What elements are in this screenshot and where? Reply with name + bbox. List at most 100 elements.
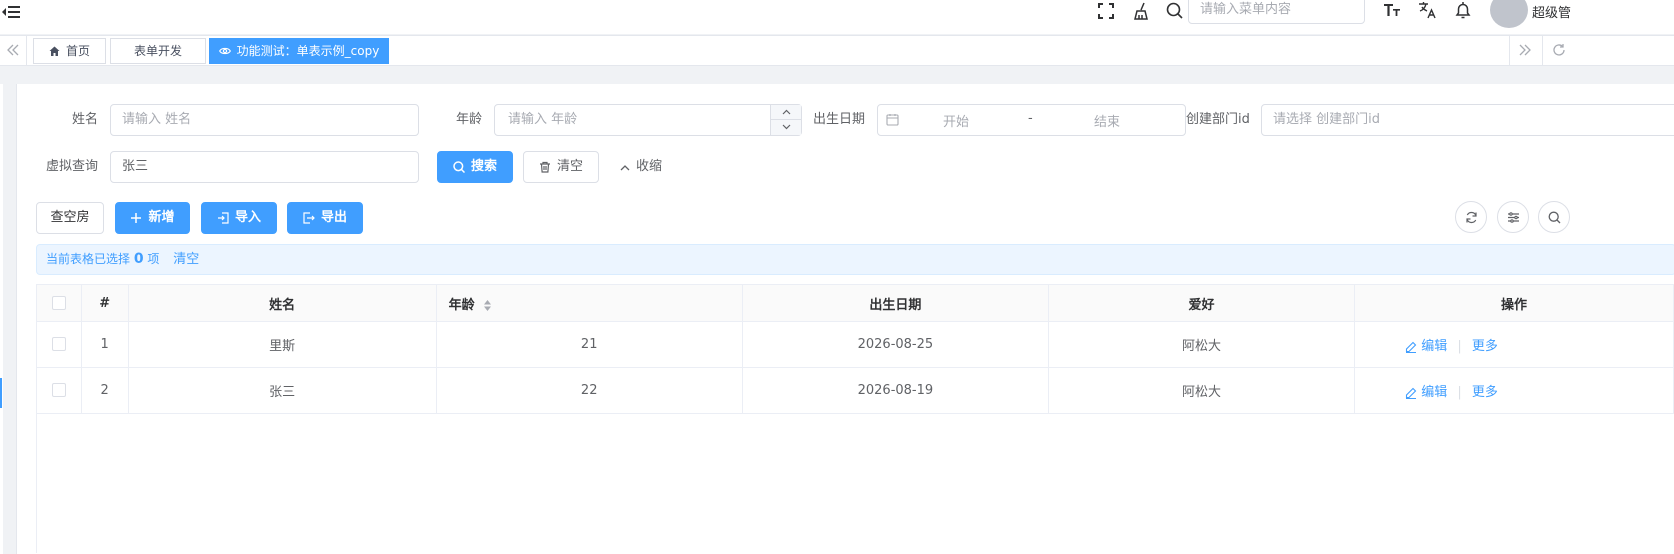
select-all-checkbox[interactable] — [51, 296, 66, 310]
selection-prefix: 当前表格已选择 — [46, 252, 131, 266]
chevron-down-icon — [782, 124, 791, 130]
home-icon — [49, 46, 60, 57]
import-button-label: 导入 — [234, 210, 261, 225]
data-table: # 姓名 年龄 出生日期 爱好 操作 1 里斯 21 2026-08-25 阿松… — [36, 284, 1674, 414]
search-button[interactable]: 搜索 — [437, 151, 513, 183]
selection-count: 0 — [133, 251, 144, 267]
room-button-label: 查空房 — [50, 210, 90, 225]
table-body-border — [36, 413, 37, 553]
index-cell: 1 — [80, 321, 129, 368]
search-icon[interactable] — [1166, 2, 1183, 19]
divider — [26, 36, 27, 65]
refresh-icon — [1465, 211, 1478, 224]
tab-label: 功能测试：单表示例_copy — [236, 44, 380, 58]
tab-function-test[interactable]: 功能测试：单表示例_copy — [209, 38, 389, 64]
dept-select[interactable]: 请选择 创建部门id — [1261, 104, 1674, 136]
age-label: 年龄 — [456, 112, 483, 127]
more-link[interactable]: 更多 — [1472, 385, 1498, 400]
divider — [1509, 36, 1510, 65]
search-button-label: 搜索 — [470, 159, 497, 174]
collapse-button[interactable]: 收缩 — [616, 151, 666, 183]
tab-form-dev[interactable]: 表单开发 — [110, 38, 206, 64]
import-button[interactable]: 导入 — [201, 202, 277, 234]
row-select-cell — [36, 321, 82, 368]
translate-icon[interactable] — [1418, 1, 1436, 19]
name-cell: 张三 — [127, 367, 437, 414]
menu-fold-icon[interactable] — [0, 4, 22, 20]
birth-end-input[interactable]: 结束 — [1094, 111, 1120, 130]
age-input[interactable]: 请输入 年龄 — [494, 104, 802, 136]
toggle-search-button[interactable] — [1538, 201, 1570, 233]
actions-cell: 编辑 | 更多 — [1354, 321, 1674, 368]
actions-cell: 编辑 | 更多 — [1354, 367, 1674, 414]
birth-start-input[interactable]: 开始 — [943, 111, 969, 130]
stepper-down[interactable] — [771, 120, 801, 134]
stepper-up[interactable] — [771, 105, 801, 120]
refresh-tab-icon[interactable] — [1552, 43, 1566, 57]
name-label: 姓名 — [72, 112, 99, 127]
import-icon — [217, 212, 229, 224]
export-button-label: 导出 — [320, 210, 347, 225]
birth-cell: 2026-08-25 — [741, 321, 1050, 368]
user-name[interactable]: 超级管 — [1532, 2, 1571, 21]
range-separator: - — [1028, 111, 1033, 126]
avatar[interactable] — [1490, 0, 1528, 28]
export-button[interactable]: 导出 — [287, 202, 363, 234]
top-header: 请输入菜单内容 超级管 — [0, 0, 1674, 34]
search-icon — [1548, 211, 1561, 224]
row-checkbox[interactable] — [51, 336, 66, 351]
divider — [1542, 36, 1543, 65]
refresh-button[interactable] — [1455, 201, 1487, 233]
collapse-button-label: 收缩 — [635, 159, 662, 174]
tab-label: 首页 — [65, 44, 90, 58]
virtual-query-label: 虚拟查询 — [46, 159, 99, 174]
column-header-age[interactable]: 年龄 — [435, 284, 743, 322]
add-button-label: 新增 — [148, 210, 175, 225]
age-cell: 22 — [435, 367, 743, 414]
row-checkbox[interactable] — [51, 382, 66, 397]
clean-broom-icon[interactable] — [1133, 2, 1151, 20]
action-divider: | — [1457, 385, 1462, 400]
virtual-query-input[interactable]: 张三 — [110, 151, 419, 183]
calendar-icon — [886, 113, 899, 126]
age-cell: 21 — [435, 321, 743, 368]
edit-icon — [1405, 341, 1417, 353]
chevron-up-icon — [782, 109, 791, 115]
reset-button-label: 清空 — [556, 159, 583, 174]
column-header-actions: 操作 — [1354, 284, 1674, 322]
scroll-left-icon[interactable] — [7, 44, 19, 56]
search-icon — [453, 161, 465, 173]
trash-icon — [539, 161, 551, 173]
more-link[interactable]: 更多 — [1472, 339, 1498, 354]
edit-link[interactable]: 编辑 — [1421, 339, 1447, 354]
edit-link[interactable]: 编辑 — [1421, 385, 1447, 400]
reset-button[interactable]: 清空 — [523, 151, 599, 183]
column-header-name: 姓名 — [127, 284, 437, 322]
hobby-cell: 阿松大 — [1048, 321, 1356, 368]
sort-icon[interactable] — [483, 299, 492, 312]
index-cell: 2 — [80, 367, 129, 414]
scroll-right-icon[interactable] — [1519, 44, 1531, 56]
menu-search-input[interactable]: 请输入菜单内容 — [1188, 0, 1365, 24]
export-icon — [303, 212, 315, 224]
age-header-label: 年龄 — [448, 297, 475, 313]
tags-view-bar: 首页 表单开发 功能测试：单表示例_copy — [0, 35, 1674, 66]
room-button[interactable]: 查空房 — [36, 202, 104, 234]
name-input[interactable]: 请输入 姓名 — [110, 104, 419, 136]
font-size-icon[interactable] — [1383, 2, 1401, 18]
selection-alert: 当前表格已选择 0 项 清空 — [36, 244, 1674, 275]
sidebar-edge — [0, 84, 3, 554]
plus-icon — [130, 212, 142, 224]
tab-label: 表单开发 — [133, 44, 182, 58]
add-button[interactable]: 新增 — [115, 202, 190, 234]
dept-label: 创建部门id — [1186, 112, 1250, 127]
tab-home[interactable]: 首页 — [33, 38, 106, 64]
table-header-row: # 姓名 年龄 出生日期 爱好 操作 — [36, 284, 1674, 322]
chevron-up-icon — [620, 164, 630, 171]
clear-selection-link[interactable]: 清空 — [173, 252, 199, 267]
sliders-icon — [1507, 211, 1520, 224]
fullscreen-icon[interactable] — [1098, 3, 1114, 19]
bell-icon[interactable] — [1455, 1, 1471, 19]
column-settings-button[interactable] — [1497, 201, 1529, 233]
row-select-cell — [36, 367, 82, 414]
